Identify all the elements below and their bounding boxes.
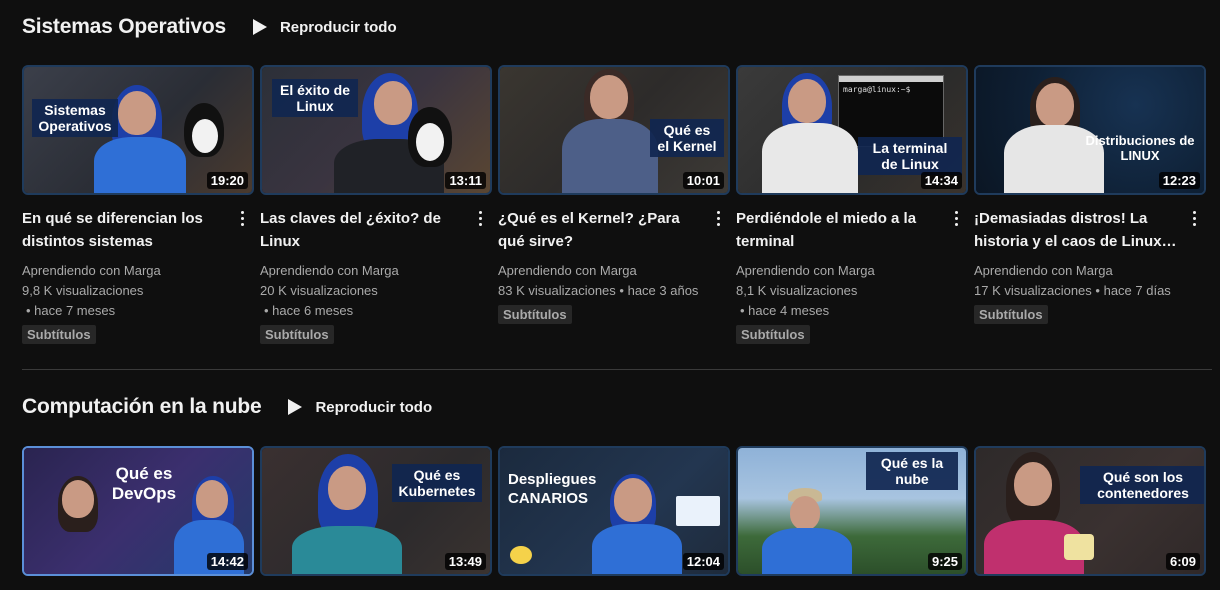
more-vert-icon[interactable] (946, 207, 966, 229)
video-duration: 14:42 (206, 553, 248, 570)
thumbnail-caption: El éxito de Linux (272, 79, 358, 117)
thumbnail-caption: Distribuciones de LINUX (1080, 133, 1200, 163)
play-all-button[interactable]: Reproducir todo (252, 18, 397, 36)
thumbnail-caption: Despliegues CANARIOS (508, 470, 618, 508)
video-card[interactable]: Qué es DevOps 14:42 (22, 446, 254, 576)
subtitles-badge: Subtítulos (974, 305, 1048, 324)
video-title[interactable]: ¿Qué es el Kernel? ¿Para qué sirve? (498, 207, 708, 253)
video-card[interactable]: Qué es el Kernel 10:01 ¿Qué es el Kernel… (498, 65, 730, 324)
video-duration: 6:09 (1165, 553, 1200, 570)
upload-age: • hace 4 meses (740, 303, 830, 318)
video-thumbnail[interactable]: Distribuciones de LINUX 12:23 (974, 65, 1206, 195)
video-thumbnail[interactable]: Sistemas Operativos 19:20 (22, 65, 254, 195)
video-thumbnail[interactable]: Despliegues CANARIOS 12:04 (498, 446, 730, 576)
video-title[interactable]: Perdiéndole el miedo a la terminal (736, 207, 946, 253)
video-card[interactable]: Distribuciones de LINUX 12:23 ¡Demasiada… (974, 65, 1206, 324)
thumbnail-caption: Qué es la nube (866, 452, 958, 490)
video-card[interactable]: Qué es la nube 9:25 (736, 446, 968, 576)
upload-age: • hace 7 días (1095, 283, 1171, 298)
upload-age: • hace 3 años (619, 283, 699, 298)
subtitles-badge: Subtítulos (736, 325, 810, 344)
view-count-text: 83 K visualizaciones (498, 283, 616, 298)
view-count-text: 17 K visualizaciones (974, 283, 1092, 298)
shelf-divider (22, 369, 1212, 370)
video-duration: 13:49 (444, 553, 486, 570)
terminal-prompt: marga@linux:~$ (843, 85, 911, 94)
video-thumbnail[interactable]: El éxito de Linux 13:11 (260, 65, 492, 195)
shelf-header: Computación en la nube Reproducir todo (22, 392, 432, 422)
video-duration: 14:34 (920, 172, 962, 189)
video-title[interactable]: En qué se diferencian los distintos sist… (22, 207, 232, 253)
view-count: 83 K visualizaciones • hace 3 años (498, 281, 708, 301)
view-count: 20 K visualizaciones (260, 283, 378, 298)
more-vert-icon[interactable] (708, 207, 728, 229)
video-thumbnail[interactable]: Qué es la nube 9:25 (736, 446, 968, 576)
shelf-title[interactable]: Computación en la nube (22, 395, 262, 419)
video-thumbnail[interactable]: marga@linux:~$ La terminal de Linux 14:3… (736, 65, 968, 195)
play-all-label: Reproducir todo (315, 398, 433, 416)
video-card[interactable]: Despliegues CANARIOS 12:04 (498, 446, 730, 576)
thumbnail-caption-text: Distribuciones de LINUX (1085, 133, 1195, 163)
upload-age: • hace 7 meses (26, 303, 116, 318)
channel-name[interactable]: Aprendiendo con Marga (974, 261, 1184, 281)
channel-name[interactable]: Aprendiendo con Marga (22, 261, 232, 281)
video-duration: 12:04 (682, 553, 724, 570)
channel-name[interactable]: Aprendiendo con Marga (498, 261, 708, 281)
video-card[interactable]: El éxito de Linux 13:11 Las claves del ¿… (260, 65, 492, 344)
channel-name[interactable]: Aprendiendo con Marga (260, 261, 470, 281)
thumbnail-caption: Qué son los contenedores (1080, 466, 1204, 504)
video-thumbnail[interactable]: Qué es DevOps 14:42 (22, 446, 254, 576)
video-card[interactable]: Sistemas Operativos 19:20 En qué se dife… (22, 65, 254, 344)
thumbnail-caption-text: Qué es DevOps (111, 464, 177, 503)
thumbnail-caption-text: Despliegues CANARIOS (508, 471, 597, 507)
shelf-header: Sistemas Operativos Reproducir todo (22, 12, 397, 42)
video-thumbnail[interactable]: Qué es el Kernel 10:01 (498, 65, 730, 195)
video-card[interactable]: Qué son los contenedores 6:09 (974, 446, 1206, 576)
subtitles-badge: Subtítulos (22, 325, 96, 344)
video-title[interactable]: Las claves del ¿éxito? de Linux (260, 207, 470, 253)
play-icon (252, 19, 267, 35)
thumbnail-caption: Qué es DevOps (84, 464, 204, 504)
more-vert-icon[interactable] (1184, 207, 1204, 229)
play-icon (288, 399, 303, 415)
video-card[interactable]: Qué es Kubernetes 13:49 (260, 446, 492, 576)
subtitles-badge: Subtítulos (498, 305, 572, 324)
view-count: 9,8 K visualizaciones (22, 283, 144, 298)
thumbnail-caption: La terminal de Linux (858, 137, 962, 175)
play-all-label: Reproducir todo (279, 18, 397, 36)
video-duration: 10:01 (682, 172, 724, 189)
video-duration: 13:11 (445, 172, 486, 189)
video-duration: 19:20 (206, 172, 248, 189)
subtitles-badge: Subtítulos (260, 325, 334, 344)
thumbnail-caption: Sistemas Operativos (32, 99, 118, 137)
more-vert-icon[interactable] (470, 207, 490, 229)
video-card[interactable]: marga@linux:~$ La terminal de Linux 14:3… (736, 65, 968, 344)
container-icon (1064, 534, 1094, 560)
shelf-title[interactable]: Sistemas Operativos (22, 15, 226, 39)
video-thumbnail[interactable]: Qué es Kubernetes 13:49 (260, 446, 492, 576)
video-duration: 9:25 (927, 553, 962, 570)
thumbnail-caption: Qué es Kubernetes (392, 464, 482, 502)
thumbnail-caption: Qué es el Kernel (650, 119, 724, 157)
upload-age: • hace 6 meses (264, 303, 354, 318)
play-all-button[interactable]: Reproducir todo (287, 398, 432, 416)
video-duration: 12:23 (1158, 172, 1200, 189)
video-thumbnail[interactable]: Qué son los contenedores 6:09 (974, 446, 1206, 576)
view-count: 17 K visualizaciones • hace 7 días (974, 281, 1184, 301)
laptop-icon (676, 496, 720, 526)
bird-icon (510, 546, 532, 564)
video-title[interactable]: ¡Demasiadas distros! La historia y el ca… (974, 207, 1184, 253)
more-vert-icon[interactable] (232, 207, 252, 229)
channel-name[interactable]: Aprendiendo con Marga (736, 261, 946, 281)
view-count: 8,1 K visualizaciones (736, 283, 858, 298)
